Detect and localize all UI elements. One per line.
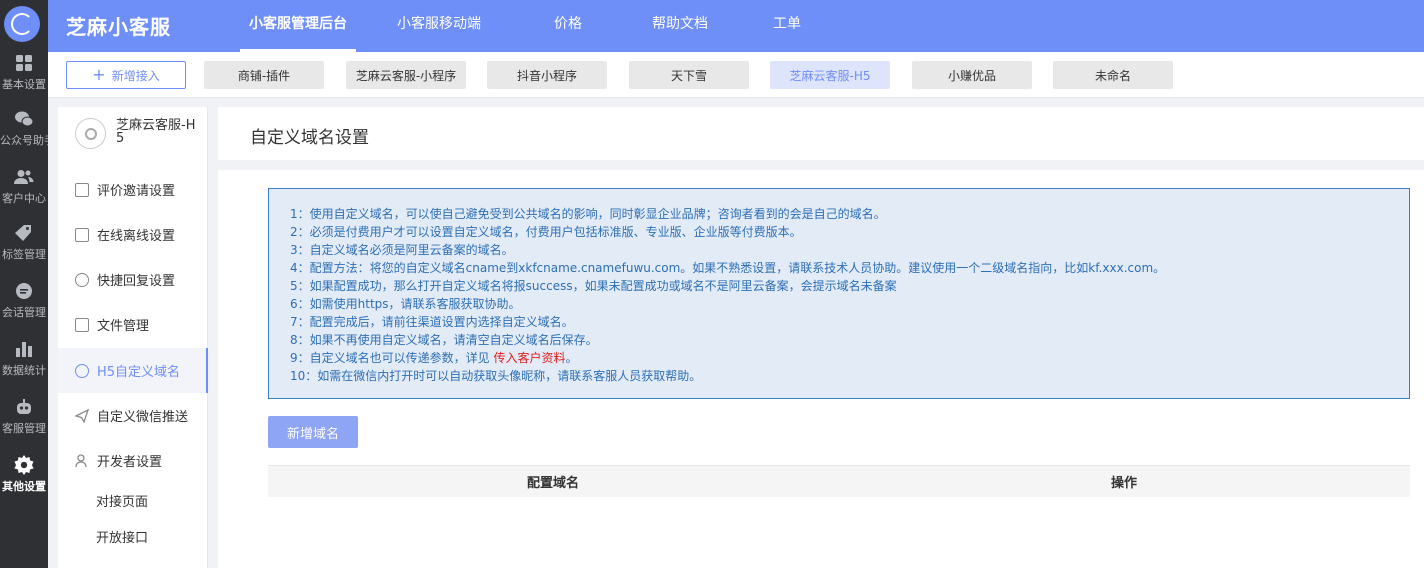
nav-tickets[interactable]: 工单 <box>762 0 812 52</box>
notice-line: 2：必须是付费用户才可以设置自定义域名，付费用户包括标准版、专业版、企业版等付费… <box>290 225 802 239</box>
menu-online-offline[interactable]: 在线离线设置 <box>58 212 208 257</box>
menu-h5-custom-domain[interactable]: H5自定义域名 <box>58 348 208 393</box>
rail-label: 标签管理 <box>2 247 46 261</box>
rail-label: 客户中心 <box>2 191 46 205</box>
menu-wechat-push[interactable]: 自定义微信推送 <box>58 393 208 438</box>
app-tab[interactable]: 芝麻云客服-小程序 <box>346 61 466 89</box>
menu-rating-invite[interactable]: 评价邀请设置 <box>58 167 208 212</box>
domain-table-header: 配置域名 操作 <box>268 465 1410 497</box>
menu-label: H5自定义域名 <box>97 365 181 380</box>
menu-quick-reply[interactable]: 快捷回复设置 <box>58 257 208 302</box>
app-tab[interactable]: 小赚优品 <box>912 61 1032 89</box>
app-avatar <box>75 118 106 149</box>
rail-item-statistics[interactable]: 数据统计 <box>0 330 48 386</box>
menu-file-management[interactable]: 文件管理 <box>58 302 208 347</box>
tag-icon <box>14 223 34 243</box>
chat-icon <box>14 281 34 301</box>
menu-label: 在线离线设置 <box>97 229 176 244</box>
app-tab-strip: + 新增接入 商铺-插件 芝麻云客服-小程序 抖音小程序 天下雪 芝麻云客服-H… <box>48 52 1424 98</box>
gear-icon <box>14 454 34 475</box>
brand-logo-text: 芝麻小客服 <box>66 15 171 39</box>
rail-label: 其他设置 <box>2 479 46 493</box>
main-header: 自定义域名设置 <box>218 107 1424 160</box>
globe-icon <box>75 363 89 378</box>
grid-icon <box>14 53 34 73</box>
rail-label: 会话管理 <box>2 305 46 319</box>
top-nav: 小客服管理后台 小客服移动端 价格 帮助文档 工单 <box>240 0 812 52</box>
rail-label: 公众号助手 <box>0 133 48 147</box>
developer-icon <box>75 453 89 468</box>
new-integration-button[interactable]: + 新增接入 <box>66 61 186 89</box>
menu-label: 文件管理 <box>97 319 150 334</box>
notice-line: 8：如果不再使用自定义域名，请清空自定义域名后保存。 <box>290 333 598 347</box>
notice-line: 5：如果配置成功，那么打开自定义域名将报success，如果未配置成功或域名不是… <box>290 279 897 293</box>
add-domain-button[interactable]: 新增域名 <box>268 416 358 448</box>
top-bar: 芝麻小客服 小客服管理后台 小客服移动端 价格 帮助文档 工单 <box>48 0 1424 52</box>
bar-chart-icon <box>14 339 34 359</box>
notice-line: 6：如需使用https，请联系客服获取协助。 <box>290 297 521 311</box>
rail-item-session-management[interactable]: 会话管理 <box>0 272 48 328</box>
link-icon <box>84 127 97 140</box>
rail-label: 基本设置 <box>2 77 46 91</box>
robot-icon <box>14 397 34 417</box>
folder-icon <box>75 317 89 332</box>
menu-label: 评价邀请设置 <box>97 184 176 199</box>
rail-item-basic-settings[interactable]: 基本设置 <box>0 44 48 100</box>
current-app-name: 芝麻云客服-H5 <box>116 118 196 146</box>
submenu-integration-page[interactable]: 对接页面 <box>96 491 148 510</box>
rail-item-other-settings[interactable]: 其他设置 <box>0 446 48 502</box>
new-integration-label: 新增接入 <box>111 68 160 83</box>
customer-info-link[interactable]: 传入客户资料 <box>493 351 565 365</box>
main-content: 1：使用自定义域名，可以使自己避免受到公共域名的影响，同时彰显企业品牌；咨询者看… <box>218 170 1424 568</box>
app-tab[interactable]: 天下雪 <box>629 61 749 89</box>
clock-icon <box>75 272 89 287</box>
notice-line-9-prefix: 9：自定义域名也可以传递参数，详见 <box>290 351 494 365</box>
nav-mobile[interactable]: 小客服移动端 <box>386 0 492 52</box>
app-tab-active[interactable]: 芝麻云客服-H5 <box>770 61 890 89</box>
app-tab[interactable]: 未命名 <box>1053 61 1173 89</box>
notice-line: 4：配置方法：将您的自定义域名cname到xkfcname.cnamefuwu.… <box>290 261 1166 275</box>
submenu-open-api[interactable]: 开放接口 <box>96 527 148 546</box>
logo-ring-icon <box>11 13 33 35</box>
current-app-header: 芝麻云客服-H5 <box>58 107 208 165</box>
notice-line: 10：如需在微信内打开时可以自动获取头像昵称，请联系客服人员获取帮助。 <box>290 369 702 383</box>
edit-icon <box>75 182 89 197</box>
settings-sidebar: 芝麻云客服-H5 评价邀请设置 在线离线设置 快捷回复设置 文件管理 H5自定义… <box>58 107 208 568</box>
rail-item-wechat-assistant[interactable]: 公众号助手 <box>0 100 48 156</box>
page-title: 自定义域名设置 <box>250 128 369 148</box>
info-notice: 1：使用自定义域名，可以使自己避免受到公共域名的影响，同时彰显企业品牌；咨询者看… <box>268 188 1410 399</box>
rail-item-customer-center[interactable]: 客户中心 <box>0 158 48 214</box>
menu-label: 快捷回复设置 <box>97 274 176 289</box>
monitor-icon <box>75 227 89 242</box>
send-icon <box>74 408 90 424</box>
users-icon <box>14 167 34 187</box>
column-header-domain: 配置域名 <box>526 476 579 491</box>
nav-admin-console[interactable]: 小客服管理后台 <box>240 0 356 52</box>
menu-developer-settings[interactable]: 开发者设置 <box>58 438 208 483</box>
plus-icon: + <box>92 65 106 84</box>
notice-line-9-suffix: 。 <box>565 351 578 365</box>
notice-line: 1：使用自定义域名，可以使自己避免受到公共域名的影响，同时彰显企业品牌；咨询者看… <box>290 207 886 221</box>
notice-line: 7：配置完成后，请前往渠道设置内选择自定义域名。 <box>290 315 574 329</box>
left-rail: 基本设置 公众号助手 客户中心 标签管理 会话管理 数据统计 客服管理 <box>0 0 48 568</box>
column-header-actions: 操作 <box>1110 476 1137 491</box>
menu-label: 开发者设置 <box>97 455 163 470</box>
app-tab[interactable]: 抖音小程序 <box>487 61 607 89</box>
app-tab[interactable]: 商铺-插件 <box>204 61 324 89</box>
rail-item-tag-management[interactable]: 标签管理 <box>0 214 48 270</box>
notice-line: 3：自定义域名必须是阿里云备案的域名。 <box>290 243 514 257</box>
app-logo[interactable] <box>4 6 40 42</box>
menu-label: 自定义微信推送 <box>97 410 189 425</box>
rail-label: 客服管理 <box>2 421 46 435</box>
wechat-icon <box>14 109 34 129</box>
rail-label: 数据统计 <box>2 363 46 377</box>
nav-help-docs[interactable]: 帮助文档 <box>640 0 720 52</box>
nav-pricing[interactable]: 价格 <box>538 0 598 52</box>
notice-line-9: 9：自定义域名也可以传递参数，详见 传入客户资料。 <box>290 349 1409 367</box>
rail-item-agent-management[interactable]: 客服管理 <box>0 388 48 444</box>
